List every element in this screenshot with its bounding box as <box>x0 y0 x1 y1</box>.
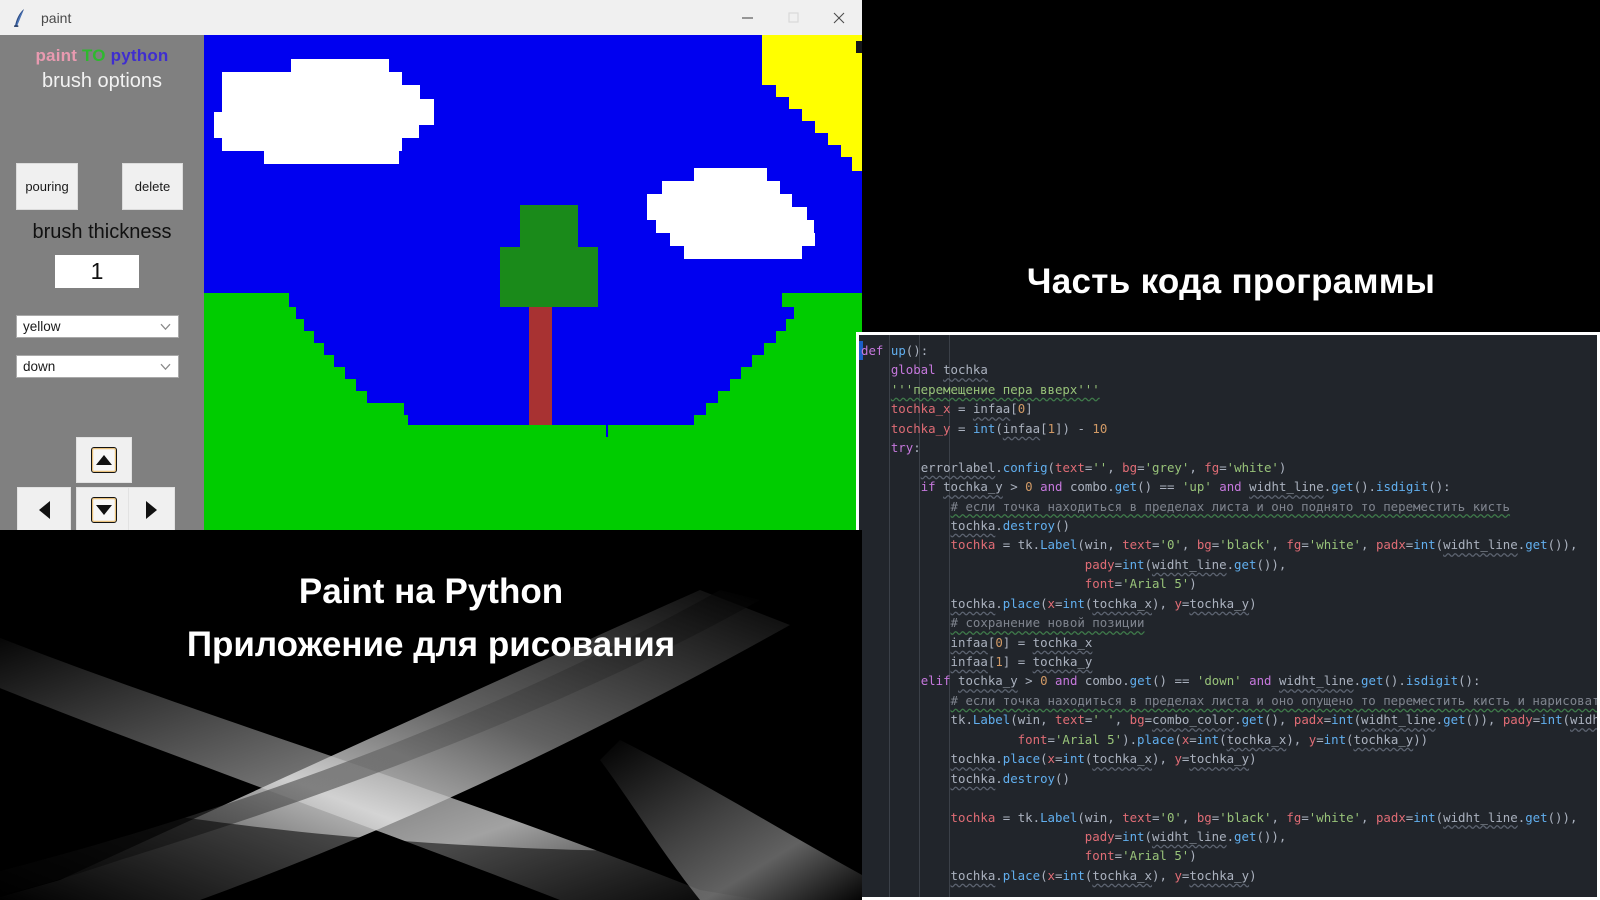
window-controls <box>724 0 862 35</box>
delete-button[interactable]: delete <box>122 163 183 210</box>
chevron-down-icon <box>160 323 171 330</box>
window-titlebar[interactable]: paint <box>0 0 862 35</box>
app-brand-label: paint TO python <box>0 46 204 66</box>
paint-application-window: paint paint TO python brush options pour… <box>0 0 862 533</box>
direction-select-value: down <box>23 359 56 374</box>
pouring-button[interactable]: pouring <box>16 163 78 210</box>
arrow-right-icon <box>146 501 157 519</box>
move-up-button[interactable] <box>76 437 132 483</box>
code-text: def up(): global tochka '''перемещение п… <box>861 343 1600 883</box>
drawing-canvas[interactable] <box>204 35 862 530</box>
brand-word-to: TO <box>82 46 106 65</box>
code-slide-heading: Часть кода программы <box>1026 262 1436 301</box>
minimize-button[interactable] <box>724 0 770 35</box>
brush-tool-panel: paint TO python brush options pouring de… <box>0 35 204 533</box>
brush-thickness-input[interactable]: 1 <box>55 255 139 288</box>
close-button[interactable] <box>816 0 862 35</box>
chevron-down-icon <box>160 363 171 370</box>
window-title: paint <box>41 9 72 26</box>
move-right-button[interactable] <box>128 487 175 533</box>
maximize-button[interactable] <box>770 0 816 35</box>
title-slide: Paint на Python Приложение для рисования <box>0 530 862 900</box>
direction-select[interactable]: down <box>16 355 179 378</box>
code-editor-panel[interactable]: def up(): global tochka '''перемещение п… <box>856 332 1600 900</box>
arrow-up-icon <box>91 447 117 473</box>
python-feather-icon <box>7 5 33 31</box>
brush-options-label: brush options <box>41 70 163 92</box>
brush-thickness-label: brush thickness <box>32 221 172 243</box>
brand-word-paint: paint <box>35 46 78 65</box>
slide-title: Paint на Python <box>298 572 564 611</box>
slide-subtitle: Приложение для рисования <box>186 625 676 664</box>
screen: paint paint TO python brush options pour… <box>0 0 1600 900</box>
arrow-left-icon <box>38 501 50 519</box>
move-left-button[interactable] <box>17 487 71 533</box>
color-select[interactable]: yellow <box>16 315 179 338</box>
code-slide: Часть кода программы def up(): global to… <box>856 0 1600 900</box>
color-select-value: yellow <box>23 319 61 334</box>
move-down-button[interactable] <box>76 487 132 533</box>
brand-word-python: python <box>110 46 169 65</box>
arrow-down-icon <box>91 497 117 523</box>
